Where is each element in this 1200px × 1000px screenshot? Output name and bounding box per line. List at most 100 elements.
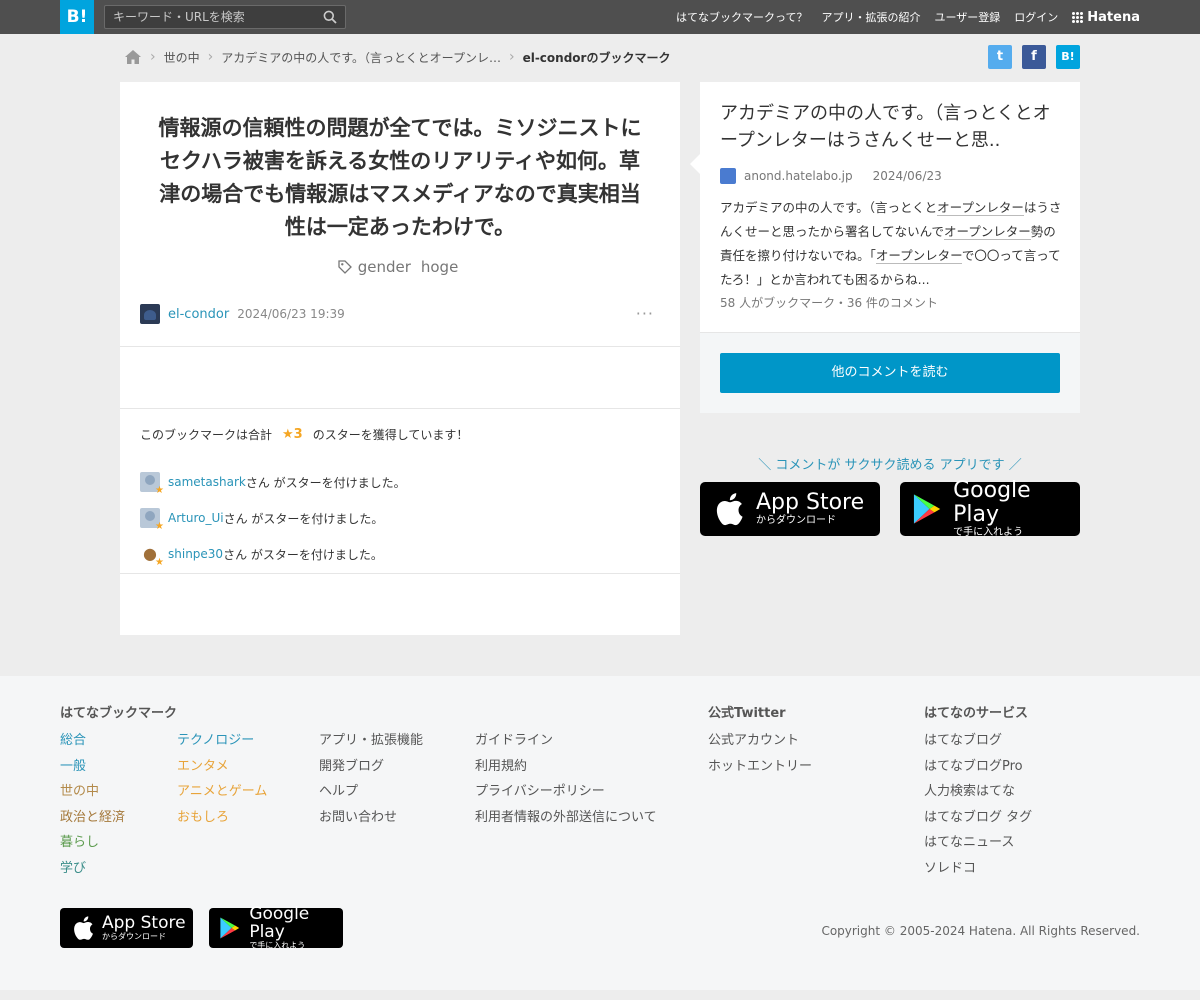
entry-meta: anond.hatelabo.jp 2024/06/23 [720,168,942,184]
twitter-share-icon[interactable]: t [988,45,1012,69]
footer-twitter-links: 公式アカウント ホットエントリー [708,728,812,779]
app-store-sub: からダウンロード [102,932,166,941]
app-store-title: App Store [102,913,186,933]
star-user-text: さん がスターを付けました。 [223,511,384,526]
bookmark-card: 情報源の信頼性の問題が全てでは。ミソジニストにセクハラ被害を訴える女性のリアリテ… [120,82,680,635]
top-nav: はてなブックマークって？ アプリ・拡張の紹介 ユーザー登録 ログイン Haten… [676,0,1140,34]
breadcrumb-category[interactable]: 世の中 [164,49,200,66]
footer-links-2: ガイドライン 利用規約 プライバシーポリシー 利用者情報の外部送信について [475,728,657,830]
tag-link[interactable]: hoge [421,258,458,276]
footer-link[interactable]: ヘルプ [319,779,423,805]
summary-text: アカデミアの中の人です。（言っとくと [720,200,938,215]
avatar[interactable] [140,304,160,324]
footer-category-link[interactable]: 総合 [60,728,125,754]
bookmark-timestamp: 2024/06/23 19:39 [237,307,345,321]
entry-domain[interactable]: anond.hatelabo.jp [744,169,853,183]
divider [120,346,680,347]
avatar[interactable]: ★ [140,472,164,496]
hatena-bookmark-logo[interactable]: B! [60,0,94,34]
keyword-link[interactable]: オープンレター [937,200,1024,216]
app-store-title: App Store [756,490,865,515]
hatena-brand-link[interactable]: Hatena [1072,10,1140,25]
entry-date: 2024/06/23 [872,169,942,183]
search-input[interactable] [113,8,313,26]
footer-link[interactable]: プライバシーポリシー [475,779,657,805]
footer-link[interactable]: 公式アカウント [708,728,812,754]
google-play-sub: で手に入れよう [953,527,1024,538]
star-summary-suffix: のスターを獲得しています！ [312,428,469,442]
avatar[interactable]: ● ★ [140,544,164,568]
footer-link[interactable]: ソレドコ [924,856,1032,882]
footer-link[interactable]: はてなニュース [924,830,1032,856]
keyword-link[interactable]: オープンレター [944,224,1031,240]
star-user-link[interactable]: shinpe30 [168,547,223,561]
facebook-share-icon[interactable]: f [1022,45,1046,69]
footer-category-link[interactable]: 政治と経済 [60,805,125,831]
footer-link[interactable]: はてなブログPro [924,754,1032,780]
footer-categories-1: 総合 一般 世の中 政治と経済 暮らし 学び [60,728,125,881]
footer-app-store-button[interactable]: App Store からダウンロード [60,908,193,948]
breadcrumb-entry[interactable]: アカデミアの中の人です。（言っとくとオープンレ… [221,49,501,66]
footer-links-1: アプリ・拡張機能 開発ブログ ヘルプ お問い合わせ [319,728,423,830]
entry-card-footer: 他のコメントを読む [700,332,1080,413]
nav-about[interactable]: はてなブックマークって？ [676,9,807,25]
footer-link[interactable]: ガイドライン [475,728,657,754]
google-play-title: Google Play [953,478,1031,527]
footer-category-link[interactable]: アニメとゲーム [177,779,267,805]
footer-link[interactable]: 利用者情報の外部送信について [475,805,657,831]
google-play-icon [913,494,941,524]
avatar[interactable]: ★ [140,508,164,532]
footer-google-play-button[interactable]: Google Play で手に入れよう [209,905,343,950]
hatena-share-icon[interactable]: B! [1056,45,1080,69]
footer-category-link[interactable]: 学び [60,856,125,882]
footer-category-link[interactable]: エンタメ [177,754,267,780]
nav-login[interactable]: ログイン [1014,9,1058,25]
bookmark-user-row: el-condor 2024/06/23 19:39 [140,304,345,324]
site-favicon-icon [720,168,736,184]
breadcrumb-current: el-condorのブックマーク [522,50,671,65]
footer-link[interactable]: はてなブログ [924,728,1032,754]
footer-category-link[interactable]: おもしろ [177,805,267,831]
footer-link[interactable]: ホットエントリー [708,754,812,780]
bottom-strip [0,990,1200,1000]
entry-counts[interactable]: 58 人がブックマーク・36 件のコメント [720,294,938,311]
star-user-link[interactable]: sametashark [168,475,246,489]
app-store-button[interactable]: App Store からダウンロード [700,482,880,536]
footer-category-link[interactable]: 一般 [60,754,125,780]
footer-category-link[interactable]: テクノロジー [177,728,267,754]
nav-register[interactable]: ユーザー登録 [935,9,1001,25]
google-play-button[interactable]: Google Play で手に入れよう [900,478,1080,538]
bookmark-username[interactable]: el-condor [168,307,229,322]
footer-heading-services: はてなのサービス [924,706,1029,721]
star-summary-prefix: このブックマークは合計 [140,428,273,442]
tag-link[interactable]: gender [358,258,411,276]
footer-link[interactable]: お問い合わせ [319,805,423,831]
star-user-link[interactable]: Arturo_Ui [168,511,224,525]
footer-link[interactable]: 利用規約 [475,754,657,780]
footer-link[interactable]: はてなブログ タグ [924,805,1032,831]
search-icon[interactable] [323,10,337,24]
entry-summary: アカデミアの中の人です。（言っとくとオープンレターはうさんくせーと思ったから署名… [720,196,1065,292]
app-store-sub: からダウンロード [756,515,836,526]
footer-category-link[interactable]: 暮らし [60,830,125,856]
home-icon[interactable] [124,49,142,65]
footer-category-link[interactable]: 世の中 [60,779,125,805]
search-box [104,5,346,29]
nav-apps[interactable]: アプリ・拡張の紹介 [822,9,921,25]
entry-title[interactable]: アカデミアの中の人です。（言っとくとオープンレターはうさんくせーと思.. [720,100,1065,154]
chevron-right-icon: › [508,49,515,65]
app-promo-text: ＼ コメントが サクサク読める アプリです ／ [758,458,1022,473]
footer-services-links: はてなブログ はてなブログPro 人力検索はてな はてなブログ タグ はてなニュ… [924,728,1032,881]
hatena-brand-text: Hatena [1087,9,1140,25]
footer-link[interactable]: アプリ・拡張機能 [319,728,423,754]
star-icon: ★ [155,521,164,532]
star-icon: ★ [155,485,164,496]
list-item: ★ Arturo_Ui さん がスターを付けました。 [140,500,406,536]
keyword-link[interactable]: オープンレター [875,248,962,264]
read-comments-button[interactable]: 他のコメントを読む [720,353,1060,393]
divider [120,573,680,574]
footer-link[interactable]: 人力検索はてな [924,779,1032,805]
footer-link[interactable]: 開発ブログ [319,754,423,780]
star-user-list: ★ sametashark さん がスターを付けました。 ★ Arturo_Ui… [140,464,406,572]
more-options-icon[interactable]: ··· [636,304,654,323]
